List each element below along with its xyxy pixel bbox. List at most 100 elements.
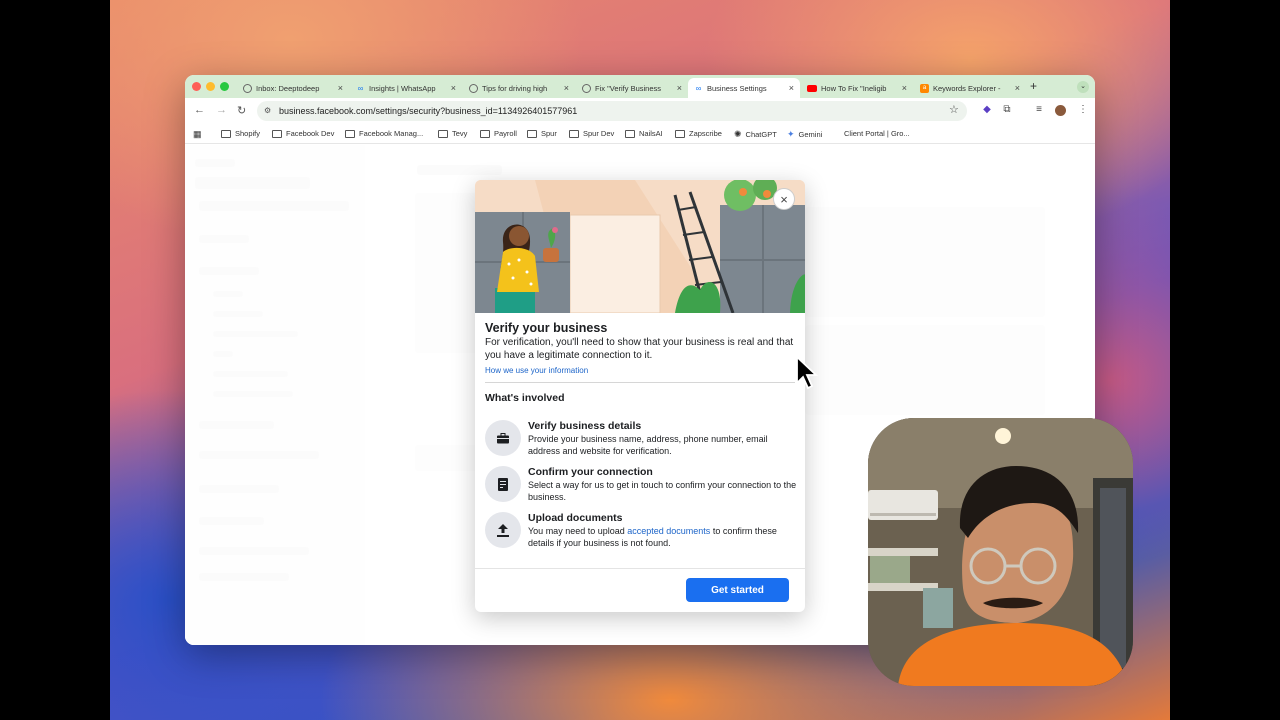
bookmark-label: Tevy xyxy=(452,129,468,138)
bookmark-spur-dev[interactable]: Spur Dev xyxy=(569,129,614,138)
bookmark-label: Facebook Dev xyxy=(286,129,335,138)
how-we-use-info-link[interactable]: How we use your information xyxy=(485,366,588,375)
step-title: Verify business details xyxy=(528,420,642,432)
tab-title: Tips for driving high xyxy=(482,83,548,93)
step-description: Select a way for us to get in touch to c… xyxy=(528,480,797,502)
messenger-icon xyxy=(243,83,252,93)
bookmark-nailsai[interactable]: NailsAI xyxy=(625,129,663,138)
folder-icon xyxy=(345,129,355,138)
webcam-overlay xyxy=(868,418,1133,686)
minimize-window-button[interactable] xyxy=(206,82,215,91)
bookmark-zapscribe[interactable]: Zapscribe xyxy=(675,129,722,138)
address-bar[interactable]: ⚙ business.facebook.com/settings/securit… xyxy=(257,101,967,121)
gemini-icon: ✦ xyxy=(787,129,795,139)
bookmark-star-icon[interactable]: ☆ xyxy=(949,103,959,116)
dialog-title: Verify your business xyxy=(485,321,608,335)
messenger-icon xyxy=(582,83,591,93)
close-dialog-button[interactable]: × xyxy=(773,188,795,210)
document-icon xyxy=(485,466,521,502)
dialog-description: For verification, you'll need to show th… xyxy=(485,337,794,361)
step-verify-details: Verify business details Provide your bus… xyxy=(485,420,800,464)
step-title: Confirm your connection xyxy=(528,466,653,478)
reload-icon[interactable]: ↻ xyxy=(237,104,246,117)
bookmark-gemini[interactable]: ✦ Gemini xyxy=(787,129,822,140)
tab-title: Fix "Verify Business xyxy=(595,83,662,93)
folder-icon xyxy=(438,129,448,138)
folder-icon xyxy=(272,129,282,138)
tab-business-settings[interactable]: ∞ Business Settings × xyxy=(688,78,800,98)
close-icon: × xyxy=(780,191,788,207)
tab-fix-verify[interactable]: Fix "Verify Business × xyxy=(576,78,688,98)
whats-involved-heading: What's involved xyxy=(485,392,565,404)
forward-icon[interactable]: → xyxy=(216,104,227,116)
tab-keywords[interactable]: a Keywords Explorer - × xyxy=(914,78,1026,98)
upload-icon xyxy=(485,512,521,548)
meta-icon: ∞ xyxy=(357,83,364,93)
footer-divider xyxy=(475,568,805,569)
extensions-puzzle-icon[interactable]: ⧉ xyxy=(1001,104,1013,116)
more-menu-icon[interactable]: ⋮ xyxy=(1077,104,1089,116)
browser-toolbar: ← → ↻ ⚙ business.facebook.com/settings/s… xyxy=(185,98,1095,124)
screen: Inbox: Deeptodeep × ∞ Insights | WhatsAp… xyxy=(0,0,1280,720)
tab-title: Inbox: Deeptodeep xyxy=(256,83,320,93)
briefcase-icon xyxy=(485,420,521,456)
mouse-cursor-icon xyxy=(796,355,819,390)
tab-search-icon[interactable]: ⌄ xyxy=(1077,81,1089,93)
get-started-button[interactable]: Get started xyxy=(686,578,789,602)
tab-title: Insights | WhatsApp xyxy=(369,83,436,93)
step-title: Upload documents xyxy=(528,512,623,524)
apps-grid-icon[interactable]: ▦ xyxy=(193,129,202,140)
bookmark-tevy[interactable]: Tevy xyxy=(438,129,467,138)
close-icon[interactable]: × xyxy=(1015,83,1020,93)
bookmark-label: ChatGPT xyxy=(745,130,777,139)
bookmark-label: Client Portal | Gro... xyxy=(844,129,910,138)
meta-icon: ∞ xyxy=(695,83,702,93)
bookmark-shopify[interactable]: Shopify xyxy=(221,129,260,138)
messenger-icon xyxy=(469,83,478,93)
maximize-window-button[interactable] xyxy=(220,82,229,91)
close-icon[interactable]: × xyxy=(789,83,794,93)
step-confirm-connection: Confirm your connection Select a way for… xyxy=(485,466,800,510)
back-icon[interactable]: ← xyxy=(194,104,205,116)
close-window-button[interactable] xyxy=(192,82,201,91)
bookmark-label: Payroll xyxy=(494,129,517,138)
ahrefs-icon: a xyxy=(920,83,929,93)
bookmark-spur[interactable]: Spur xyxy=(527,129,557,138)
profile-avatar[interactable] xyxy=(1055,105,1066,116)
site-info-icon[interactable]: ⚙ xyxy=(264,106,274,116)
tab-title: How To Fix "Ineligib xyxy=(821,83,887,93)
tab-inbox[interactable]: Inbox: Deeptodeep × xyxy=(237,78,349,98)
close-icon[interactable]: × xyxy=(564,83,569,93)
close-icon[interactable]: × xyxy=(677,83,682,93)
folder-icon xyxy=(221,129,231,138)
folder-icon xyxy=(625,129,635,138)
chatgpt-icon: ✺ xyxy=(734,129,742,139)
bookmark-payroll[interactable]: Payroll xyxy=(480,129,517,138)
bookmark-label: Spur xyxy=(541,129,557,138)
tab-how-to-fix[interactable]: How To Fix "Ineligib × xyxy=(801,78,913,98)
close-icon[interactable]: × xyxy=(338,83,343,93)
step-desc-text: You may need to upload xyxy=(528,526,628,536)
extension-icon[interactable]: ◆ xyxy=(981,104,993,116)
bookmark-label: Gemini xyxy=(798,130,823,139)
tab-title: Keywords Explorer - xyxy=(933,83,1001,93)
bookmark-client-portal[interactable]: Client Portal | Gro... xyxy=(832,129,910,138)
tab-tips[interactable]: Tips for driving high × xyxy=(463,78,575,98)
folder-icon xyxy=(527,129,537,138)
tab-strip: Inbox: Deeptodeep × ∞ Insights | WhatsAp… xyxy=(185,75,1095,98)
tab-insights[interactable]: ∞ Insights | WhatsApp × xyxy=(350,78,462,98)
new-tab-button[interactable]: + xyxy=(1030,79,1037,93)
reading-list-icon[interactable]: ≡ xyxy=(1033,104,1045,116)
folder-icon xyxy=(675,129,685,138)
close-icon[interactable]: × xyxy=(902,83,907,93)
bookmark-facebook-dev[interactable]: Facebook Dev xyxy=(272,129,334,138)
bookmark-facebook-manager[interactable]: Facebook Manag... xyxy=(345,129,423,138)
accepted-documents-link[interactable]: accepted documents xyxy=(627,526,710,536)
folder-icon xyxy=(480,129,490,138)
bookmark-label: Facebook Manag... xyxy=(359,129,424,138)
divider xyxy=(485,382,795,383)
bookmark-chatgpt[interactable]: ✺ ChatGPT xyxy=(734,129,777,140)
close-icon[interactable]: × xyxy=(451,83,456,93)
bookmark-label: NailsAI xyxy=(639,129,663,138)
tab-title: Business Settings xyxy=(707,83,767,93)
